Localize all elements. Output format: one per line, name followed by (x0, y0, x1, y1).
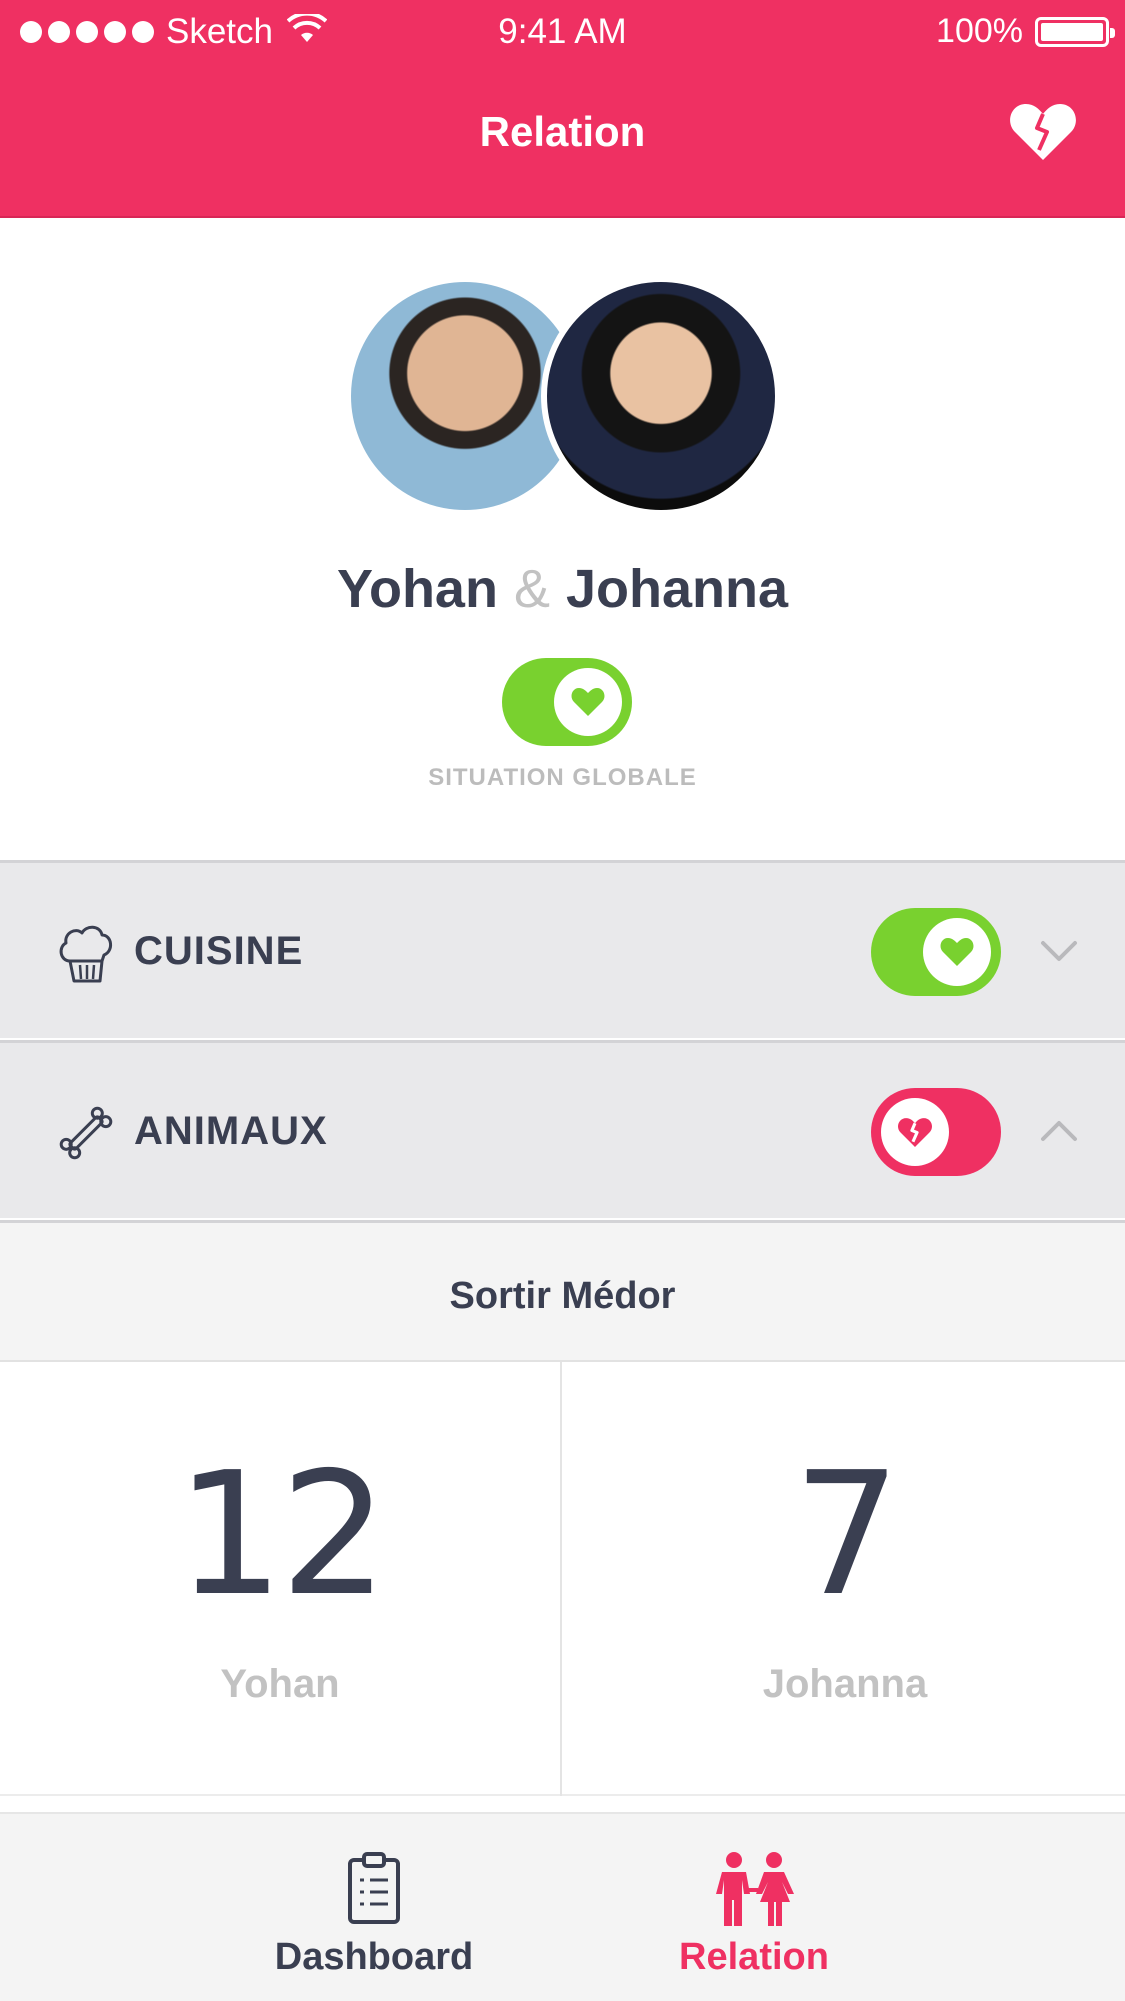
score-name: Johanna (762, 1662, 928, 1706)
couple-avatars (345, 276, 785, 520)
bone-icon (59, 1106, 113, 1160)
couple-names: Yohan & Johanna (0, 558, 1125, 620)
tab-bar: Dashboard Relation (0, 1812, 1125, 2001)
category-toggle-animaux[interactable] (871, 1088, 1001, 1176)
chevron-down-icon[interactable] (1039, 935, 1079, 967)
chevron-up-icon[interactable] (1039, 1115, 1079, 1147)
global-status-toggle[interactable] (502, 658, 632, 746)
clipboard-icon (348, 1852, 400, 1924)
tab-dashboard[interactable]: Dashboard (224, 1814, 524, 2001)
tab-label: Relation (679, 1936, 829, 1978)
score-value: 12 (175, 1436, 388, 1634)
page-title: Relation (479, 108, 646, 155)
couple-icon (716, 1852, 794, 1926)
category-label: ANIMAUX (134, 1109, 328, 1153)
heart-icon (940, 938, 974, 966)
partner-name-2: Johanna (565, 559, 789, 619)
score-value: 7 (792, 1436, 901, 1634)
tab-relation[interactable]: Relation (604, 1814, 904, 2001)
task-title: Sortir Médor (449, 1275, 676, 1317)
chef-hat-icon (59, 925, 112, 983)
name-separator: & (513, 559, 550, 619)
broken-heart-icon (898, 1118, 932, 1147)
heart-icon (571, 688, 605, 716)
global-status-label: SITUATION GLOBALE (428, 764, 697, 791)
score-card-johanna: 7 Johanna (564, 1362, 1125, 1796)
category-row-animaux[interactable]: ANIMAUX (0, 1040, 1125, 1218)
task-scores: 12 Yohan 7 Johanna (0, 1362, 1125, 1796)
tab-label: Dashboard (274, 1936, 474, 1978)
battery-icon (1035, 16, 1115, 47)
broken-heart-icon[interactable] (1009, 100, 1077, 162)
score-card-yohan: 12 Yohan (0, 1362, 562, 1796)
category-row-cuisine[interactable]: CUISINE (0, 860, 1125, 1038)
task-header: Sortir Médor (0, 1220, 1125, 1362)
category-toggle-cuisine[interactable] (871, 908, 1001, 996)
avatar-johanna[interactable] (541, 276, 781, 516)
app-header: Sketch 9:41 AM 100% Relation (0, 0, 1125, 218)
status-bar: Sketch 9:41 AM 100% (0, 0, 1125, 66)
battery-percent: 100% (936, 12, 1023, 50)
partner-name-1: Yohan (336, 559, 498, 619)
category-label: CUISINE (134, 929, 304, 973)
score-name: Yohan (220, 1662, 340, 1706)
